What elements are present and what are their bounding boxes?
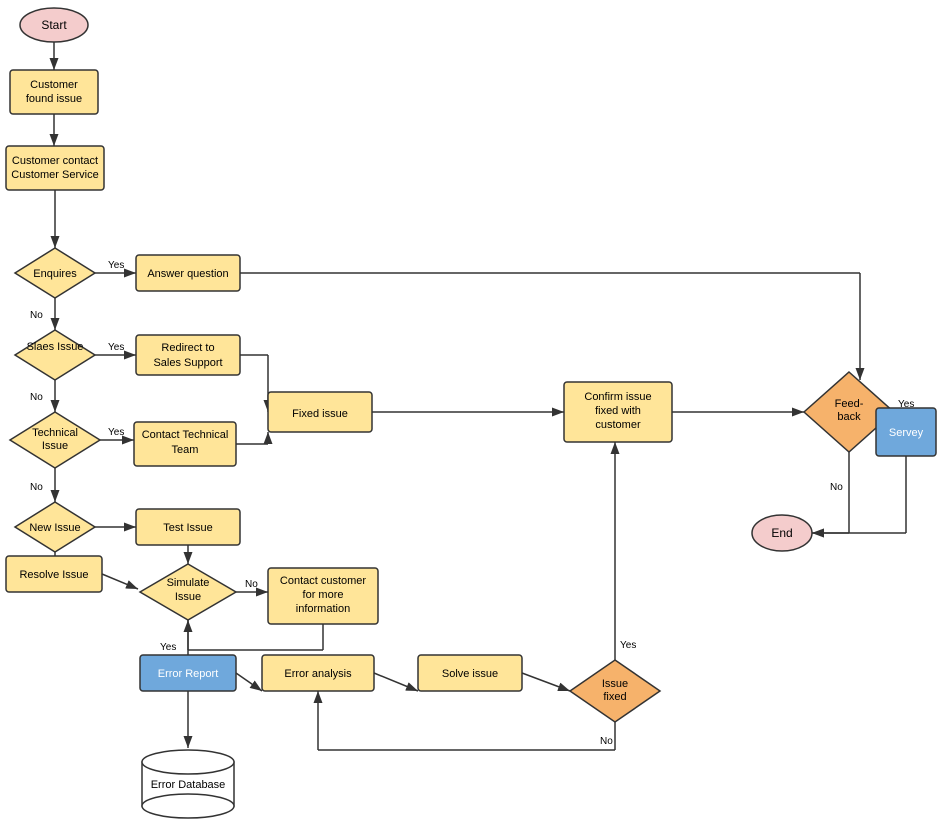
customer-found-label: Customer — [30, 79, 78, 91]
feedback-no-label: No — [830, 482, 843, 493]
contact-tech-label2: Team — [172, 444, 199, 456]
customer-contact-label: Customer contact — [12, 155, 98, 167]
tech-yes-label: Yes — [108, 427, 124, 438]
confirm-label2: fixed with — [595, 405, 641, 417]
error-db-label: Error Database — [151, 779, 226, 791]
slaes-yes-label: Yes — [108, 342, 124, 353]
enquires-no-label: No — [30, 310, 43, 321]
enquires-label: Enquires — [33, 268, 77, 280]
error-report-label: Error Report — [158, 668, 219, 680]
enquires-yes-label: Yes — [108, 260, 124, 271]
redirect-sales-label2: Sales Support — [153, 357, 222, 369]
feedback-label2: back — [837, 411, 861, 423]
feedback-label1: Feed- — [835, 398, 864, 410]
contact-cust-label2: for more — [303, 589, 344, 601]
technical-label1: Technical — [32, 427, 78, 439]
answer-question-label: Answer question — [147, 268, 228, 280]
simulate-no-label: No — [245, 579, 258, 590]
issue-fixed-label1: Issue — [602, 678, 628, 690]
end-label: End — [771, 526, 792, 540]
solve-issue-label: Solve issue — [442, 668, 498, 680]
slaes-label: Slaes Issue — [27, 341, 84, 353]
issue-fixed-no-label: No — [600, 736, 613, 747]
confirm-label3: customer — [595, 419, 641, 431]
fixed-issue-label: Fixed issue — [292, 408, 348, 420]
tech-no-label: No — [30, 482, 43, 493]
svg-text:found issue: found issue — [26, 93, 82, 105]
confirm-label1: Confirm issue — [584, 391, 651, 403]
issue-fixed-yes-label: Yes — [620, 640, 636, 651]
svg-text:Customer Service: Customer Service — [11, 169, 98, 181]
start-label: Start — [41, 18, 67, 32]
contact-cust-label3: information — [296, 603, 350, 615]
test-issue-label: Test Issue — [163, 522, 213, 534]
new-issue-label: New Issue — [29, 522, 80, 534]
contact-tech-label1: Contact Technical — [142, 429, 229, 441]
redirect-sales-label1: Redirect to — [161, 342, 214, 354]
issue-fixed-label2: fixed — [603, 691, 626, 703]
resolve-issue-label: Resolve Issue — [19, 569, 88, 581]
simulate-yes-label: Yes — [160, 642, 176, 653]
servey-label: Servey — [889, 427, 924, 439]
simulate-label2: Issue — [175, 591, 201, 603]
technical-label2: Issue — [42, 440, 68, 452]
slaes-no-label: No — [30, 392, 43, 403]
simulate-label1: Simulate — [167, 577, 210, 589]
error-analysis-label: Error analysis — [284, 668, 352, 680]
contact-cust-label1: Contact customer — [280, 575, 367, 587]
